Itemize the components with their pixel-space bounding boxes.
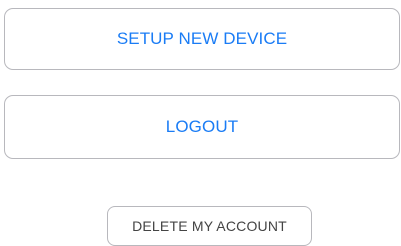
setup-new-device-button[interactable]: SETUP NEW DEVICE xyxy=(4,8,400,70)
logout-button[interactable]: LOGOUT xyxy=(4,95,400,159)
account-actions-panel: SETUP NEW DEVICE LOGOUT DELETE MY ACCOUN… xyxy=(0,0,401,246)
delete-account-label: DELETE MY ACCOUNT xyxy=(132,218,287,234)
setup-new-device-label: SETUP NEW DEVICE xyxy=(116,29,288,48)
logout-label: LOGOUT xyxy=(165,117,239,136)
delete-account-button[interactable]: DELETE MY ACCOUNT xyxy=(107,206,312,246)
